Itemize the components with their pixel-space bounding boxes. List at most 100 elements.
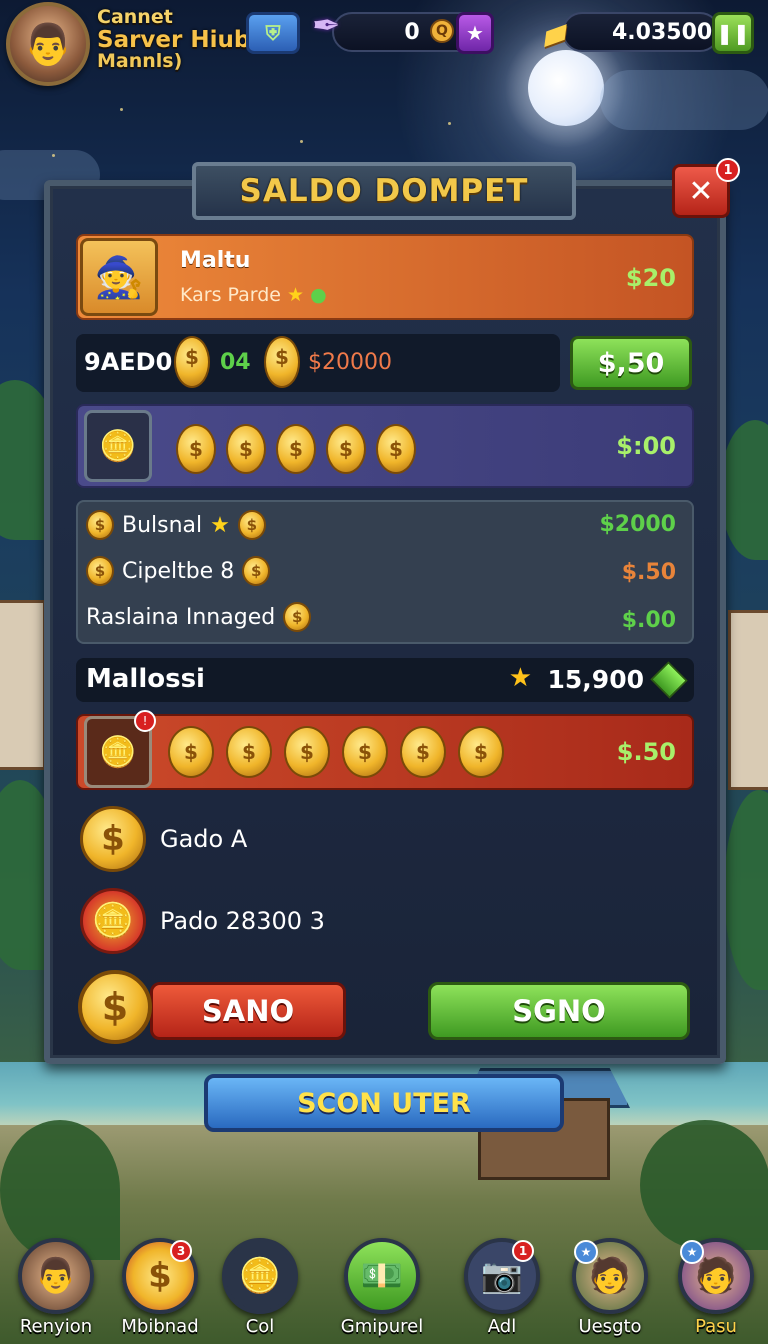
nav-item-uesgto[interactable]: 🧑 ★ Uesgto xyxy=(562,1238,658,1344)
list-item-label: Cipeltbe 8 xyxy=(122,558,235,584)
nav-item-adl[interactable]: 📷 1 Adl xyxy=(454,1238,550,1344)
add-gems-button[interactable]: ★ xyxy=(456,12,494,54)
coin-icon: $ xyxy=(174,336,210,388)
notification-badge: ! xyxy=(134,710,156,732)
reward-row[interactable]: 🪙 ! $ $ $ $ $ $ $.50 xyxy=(76,710,694,790)
q-coin-icon: Q xyxy=(430,19,454,43)
star xyxy=(300,140,303,143)
shield-button[interactable]: ⛨ xyxy=(246,12,300,54)
player-info: Cannet Sarver Hiub Mannls) xyxy=(97,6,251,73)
coins-row[interactable]: 🪙 $ $ $ $ $ $:00 xyxy=(76,404,694,488)
player-avatar[interactable]: 👨 xyxy=(6,2,90,86)
item-label: Pado 28300 3 xyxy=(160,907,325,935)
nav-label: Col xyxy=(245,1316,275,1337)
hero-avatar-icon: 👨 xyxy=(18,1238,94,1314)
nav-item-renyion[interactable]: 👨 Renyion xyxy=(8,1238,104,1344)
star xyxy=(448,122,451,125)
list-item-value: $.50 xyxy=(621,560,676,585)
nav-label: Uesgto xyxy=(578,1316,642,1337)
list-item[interactable]: $ Cipeltbe 8 $ xyxy=(86,556,271,586)
palm-tree xyxy=(720,420,768,560)
balance-label: 9AED0 xyxy=(84,348,173,376)
nav-label: Gmipurel xyxy=(340,1316,424,1337)
list-item[interactable]: $ Bulsnal ★ $ xyxy=(86,510,266,540)
star-icon: ★ xyxy=(508,663,532,693)
coin-icon: $ xyxy=(176,424,216,474)
star-icon: ★ xyxy=(210,512,230,538)
close-icon: ✕ xyxy=(688,173,714,209)
item-label: Gado A xyxy=(160,825,248,853)
shield-icon: ⛨ xyxy=(265,21,281,45)
gold-amount: 4.03500 xyxy=(612,19,713,45)
coin-stack-icon: 🪙 xyxy=(84,410,152,482)
profile-sub-label: Kars Parde xyxy=(180,284,281,306)
coin-stack-icon: $ xyxy=(86,556,114,586)
coin-icon: $ xyxy=(376,424,416,474)
item-pado[interactable]: 🪙 Pado 28300 3 xyxy=(80,888,325,954)
pause-icon: ❚❚ xyxy=(716,21,750,45)
player-line-1: Cannet xyxy=(97,6,173,28)
list-item-label: Raslaina Innaged xyxy=(86,604,276,630)
coin-stack-icon: $ xyxy=(86,510,114,540)
green-badge-icon: ● xyxy=(310,284,327,306)
nav-label: Mbibnad xyxy=(121,1316,199,1337)
coin-stack-icon: 🪙 xyxy=(80,888,146,954)
profile-name: Maltu xyxy=(180,248,251,273)
balance-count: 04 xyxy=(220,350,251,375)
coins-row-value: $:00 xyxy=(616,432,676,460)
coin-icon: $ xyxy=(326,424,366,474)
profile-sub: Kars Parde ★ ● xyxy=(180,284,327,306)
balance-amount: $20000 xyxy=(308,350,392,375)
nav-item-pasu[interactable]: 🧑 ★ Pasu xyxy=(668,1238,764,1344)
coin-list: $ $ $ $ $ $ xyxy=(168,726,504,778)
player-line-2: Sarver Hiub xyxy=(97,26,251,53)
star-icon: ★ xyxy=(287,284,305,306)
star-badge-icon: ★ xyxy=(680,1240,704,1264)
player-line-3: Mannls) xyxy=(97,50,183,73)
profile-row[interactable]: 🧙 Maltu Kars Parde ★ ● $20 xyxy=(76,234,694,320)
gold-bar-icon: ▰ xyxy=(533,6,576,59)
coin-icon: $ xyxy=(78,970,152,1044)
balance-button[interactable]: $,50 xyxy=(570,336,692,390)
top-hud: 👨 Cannet Sarver Hiub Mannls) ⛨ 0 ✒ Q ★ 4… xyxy=(0,0,768,92)
balance-row: 9AED0 $ 04 $ $20000 xyxy=(76,334,560,392)
nav-label: Renyion xyxy=(19,1316,93,1337)
coin-icon: $ xyxy=(400,726,446,778)
red-action-button[interactable]: SANO xyxy=(150,982,346,1040)
list-item-value: $2000 xyxy=(599,512,676,537)
nav-item-mbibnad[interactable]: $ 3 Mbibnad xyxy=(112,1238,208,1344)
coin-list: $ $ $ $ $ xyxy=(176,424,416,474)
gem-count: 0 xyxy=(404,19,420,45)
palm-tree xyxy=(724,790,768,990)
reward-value: $.50 xyxy=(616,738,676,766)
list-item-value: $.00 xyxy=(621,608,676,633)
purple-star-icon: ★ xyxy=(466,21,484,45)
character-avatar: 🧙 xyxy=(80,238,158,316)
panel-title: SALDO DOMPET xyxy=(192,162,576,220)
green-action-button[interactable]: SGNO xyxy=(428,982,690,1040)
coin-icon: $ xyxy=(264,336,300,388)
coin-icon: $ xyxy=(168,726,214,778)
nav-label: Adl xyxy=(487,1316,517,1337)
coin-icon: $ xyxy=(226,726,272,778)
cash-icon: 💵 xyxy=(344,1238,420,1314)
feather-icon: ✒ xyxy=(312,6,341,46)
profile-value: $20 xyxy=(625,264,676,292)
coin-icon: $ xyxy=(242,556,271,586)
coin-icon: $ xyxy=(276,424,316,474)
coin-stack-icon: 🪙 xyxy=(222,1238,298,1314)
nav-item-col[interactable]: 🪙 Col xyxy=(212,1238,308,1344)
summary-value: 15,900 xyxy=(547,665,644,694)
list-item[interactable]: Raslaina Innaged $ xyxy=(86,602,312,632)
star-badge-icon: ★ xyxy=(574,1240,598,1264)
coin-icon: $ xyxy=(283,602,312,632)
coin-icon: $ xyxy=(80,806,146,872)
nav-item-gmipurel[interactable]: 💵 Gmipurel xyxy=(334,1238,430,1344)
main-action-button[interactable]: SCON UTER xyxy=(204,1074,564,1132)
coin-icon: $ xyxy=(284,726,330,778)
coin-icon: $ xyxy=(237,510,266,540)
item-gado[interactable]: $ Gado A xyxy=(80,806,247,872)
list-item-label: Bulsnal xyxy=(122,512,203,538)
pause-button[interactable]: ❚❚ xyxy=(712,12,754,54)
star xyxy=(120,108,123,111)
